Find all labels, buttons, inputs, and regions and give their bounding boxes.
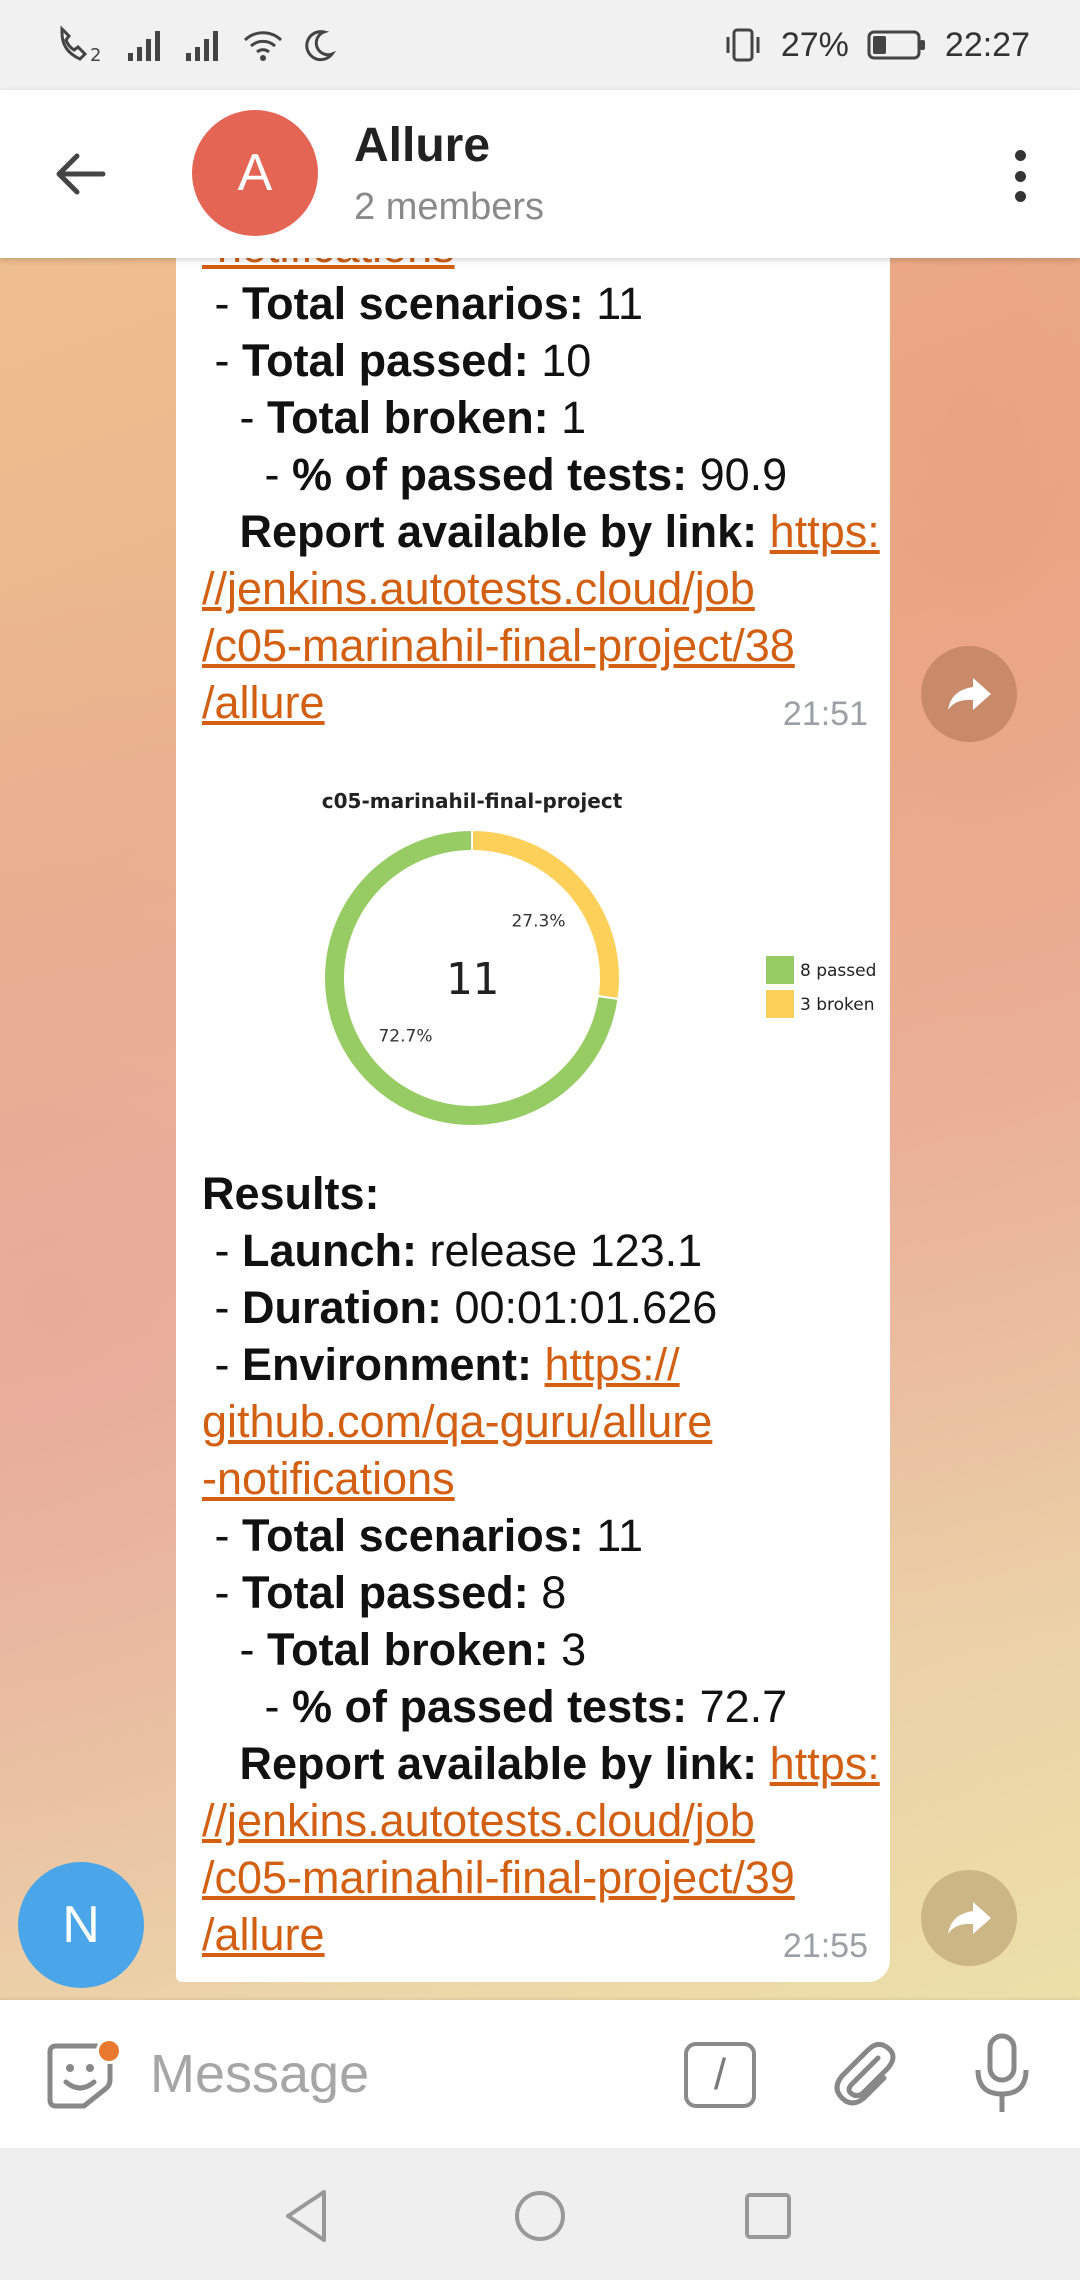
- group-avatar[interactable]: A: [192, 110, 318, 236]
- attach-button[interactable]: [826, 2036, 902, 2112]
- total-passed-line: - Total passed: 10: [202, 335, 592, 386]
- total-scenarios-line: - Total scenarios: 11: [202, 278, 643, 329]
- square-recents-icon: [745, 2193, 791, 2239]
- report-link[interactable]: /c05-marinahil-final-project/39: [202, 1849, 795, 1906]
- results-heading: Results:: [202, 1168, 380, 1219]
- environment-link[interactable]: -notifications: [202, 1450, 455, 1507]
- chart-title: c05-marinahil-final-project: [322, 789, 623, 813]
- chat-message-list[interactable]: -notifications - Total scenarios: 11 - T…: [0, 258, 1080, 2000]
- system-navigation-bar: [0, 2148, 1080, 2280]
- environment-link[interactable]: https://: [545, 1339, 680, 1390]
- status-left: 2: [56, 25, 336, 65]
- environment-link[interactable]: github.com/qa-guru/allure: [202, 1393, 712, 1450]
- legend-swatch: [766, 956, 794, 984]
- more-options-button[interactable]: [1000, 144, 1040, 208]
- chat-member-count[interactable]: 2 members: [354, 186, 544, 229]
- percent-passed-line: - % of passed tests: 72.7: [202, 1681, 788, 1732]
- voice-message-button[interactable]: [970, 2032, 1034, 2116]
- percent-passed-line: - % of passed tests: 90.9: [202, 449, 788, 500]
- notification-dot: [96, 2038, 122, 2064]
- signal-icon: [184, 27, 224, 63]
- legend-swatch: [766, 990, 794, 1018]
- forward-button[interactable]: [921, 1870, 1017, 1966]
- report-link[interactable]: /c05-marinahil-final-project/38: [202, 617, 795, 674]
- total-broken-line: - Total broken: 1: [202, 392, 587, 443]
- moon-icon: [302, 28, 336, 62]
- status-right: 27% 22:27: [723, 26, 1030, 65]
- total-broken-line: - Total broken: 3: [202, 1624, 587, 1675]
- message-time: 21:55: [782, 1927, 868, 1965]
- share-arrow-icon: [948, 678, 991, 710]
- total-scenarios-line: - Total scenarios: 11: [202, 1510, 643, 1561]
- forward-button[interactable]: [921, 646, 1017, 742]
- battery-percent: 27%: [780, 25, 849, 64]
- report-link[interactable]: /allure: [202, 1906, 325, 1963]
- pie-percent-label: 27.3%: [511, 911, 565, 931]
- vibrate-icon: [723, 27, 763, 63]
- nav-recents-button[interactable]: [738, 2186, 798, 2246]
- wifi-call-icon: 2: [56, 25, 108, 65]
- chart-legend: 8 passed 3 broken: [766, 956, 876, 1018]
- allure-pie-chart: c05-marinahil-final-project 11 27.3% 72.7…: [322, 789, 876, 1127]
- duration-line: - Duration: 00:01:01.626: [202, 1282, 718, 1333]
- report-link[interactable]: //jenkins.autotests.cloud/job: [202, 560, 755, 617]
- bot-command-button[interactable]: /: [684, 2042, 756, 2108]
- pie-percent-label: 72.7%: [378, 1027, 432, 1047]
- report-link[interactable]: /allure: [202, 674, 325, 731]
- chart-center-total: 11: [446, 954, 499, 1005]
- report-link[interactable]: https:: [770, 506, 880, 557]
- clock: 22:27: [944, 25, 1030, 64]
- report-line: Report available by link: https:: [239, 506, 880, 557]
- chat-title[interactable]: Allure: [354, 118, 490, 173]
- microphone-icon: [975, 2033, 1029, 2112]
- legend-label: 8 passed: [800, 961, 876, 981]
- message-input[interactable]: [150, 2036, 640, 2112]
- triangle-back-icon: [286, 2190, 326, 2242]
- more-dot-icon: [1014, 150, 1026, 161]
- message-bubble[interactable]: c05-marinahil-final-project 11 27.3% 72.7…: [176, 778, 890, 1982]
- share-arrow-icon: [948, 1902, 991, 1934]
- environment-link-tail[interactable]: -notifications: [202, 258, 455, 275]
- launch-line: - Launch: release 123.1: [202, 1225, 703, 1276]
- report-link[interactable]: //jenkins.autotests.cloud/job: [202, 1792, 755, 1849]
- chat-header: A Allure 2 members: [0, 90, 1080, 258]
- back-button[interactable]: [48, 142, 112, 206]
- report-line: Report available by link: https:: [239, 1738, 880, 1789]
- report-link[interactable]: https:: [770, 1738, 880, 1789]
- circle-home-icon: [515, 2191, 565, 2241]
- battery-icon: [867, 29, 927, 61]
- paperclip-icon: [834, 2042, 896, 2106]
- svg-text:2: 2: [90, 45, 101, 65]
- legend-label: 3 broken: [800, 995, 875, 1015]
- slash-icon: /: [713, 2050, 727, 2099]
- environment-line: - Environment: https://: [202, 1339, 680, 1390]
- more-dot-icon: [1014, 170, 1026, 182]
- signal-icon: [126, 27, 166, 63]
- message-input-bar: /: [0, 2000, 1080, 2148]
- message-time: 21:51: [782, 695, 868, 733]
- more-dot-icon: [1014, 191, 1026, 202]
- arrow-left-icon: [56, 153, 106, 195]
- allure-chart[interactable]: c05-marinahil-final-project 11 27.3% 72.7…: [176, 778, 890, 1158]
- wifi-icon: [242, 28, 284, 62]
- total-passed-line: - Total passed: 8: [202, 1567, 567, 1618]
- sender-avatar[interactable]: N: [18, 1862, 144, 1988]
- nav-home-button[interactable]: [510, 2186, 570, 2246]
- nav-back-button[interactable]: [278, 2186, 338, 2246]
- status-bar: 2 27% 22:27: [0, 0, 1080, 90]
